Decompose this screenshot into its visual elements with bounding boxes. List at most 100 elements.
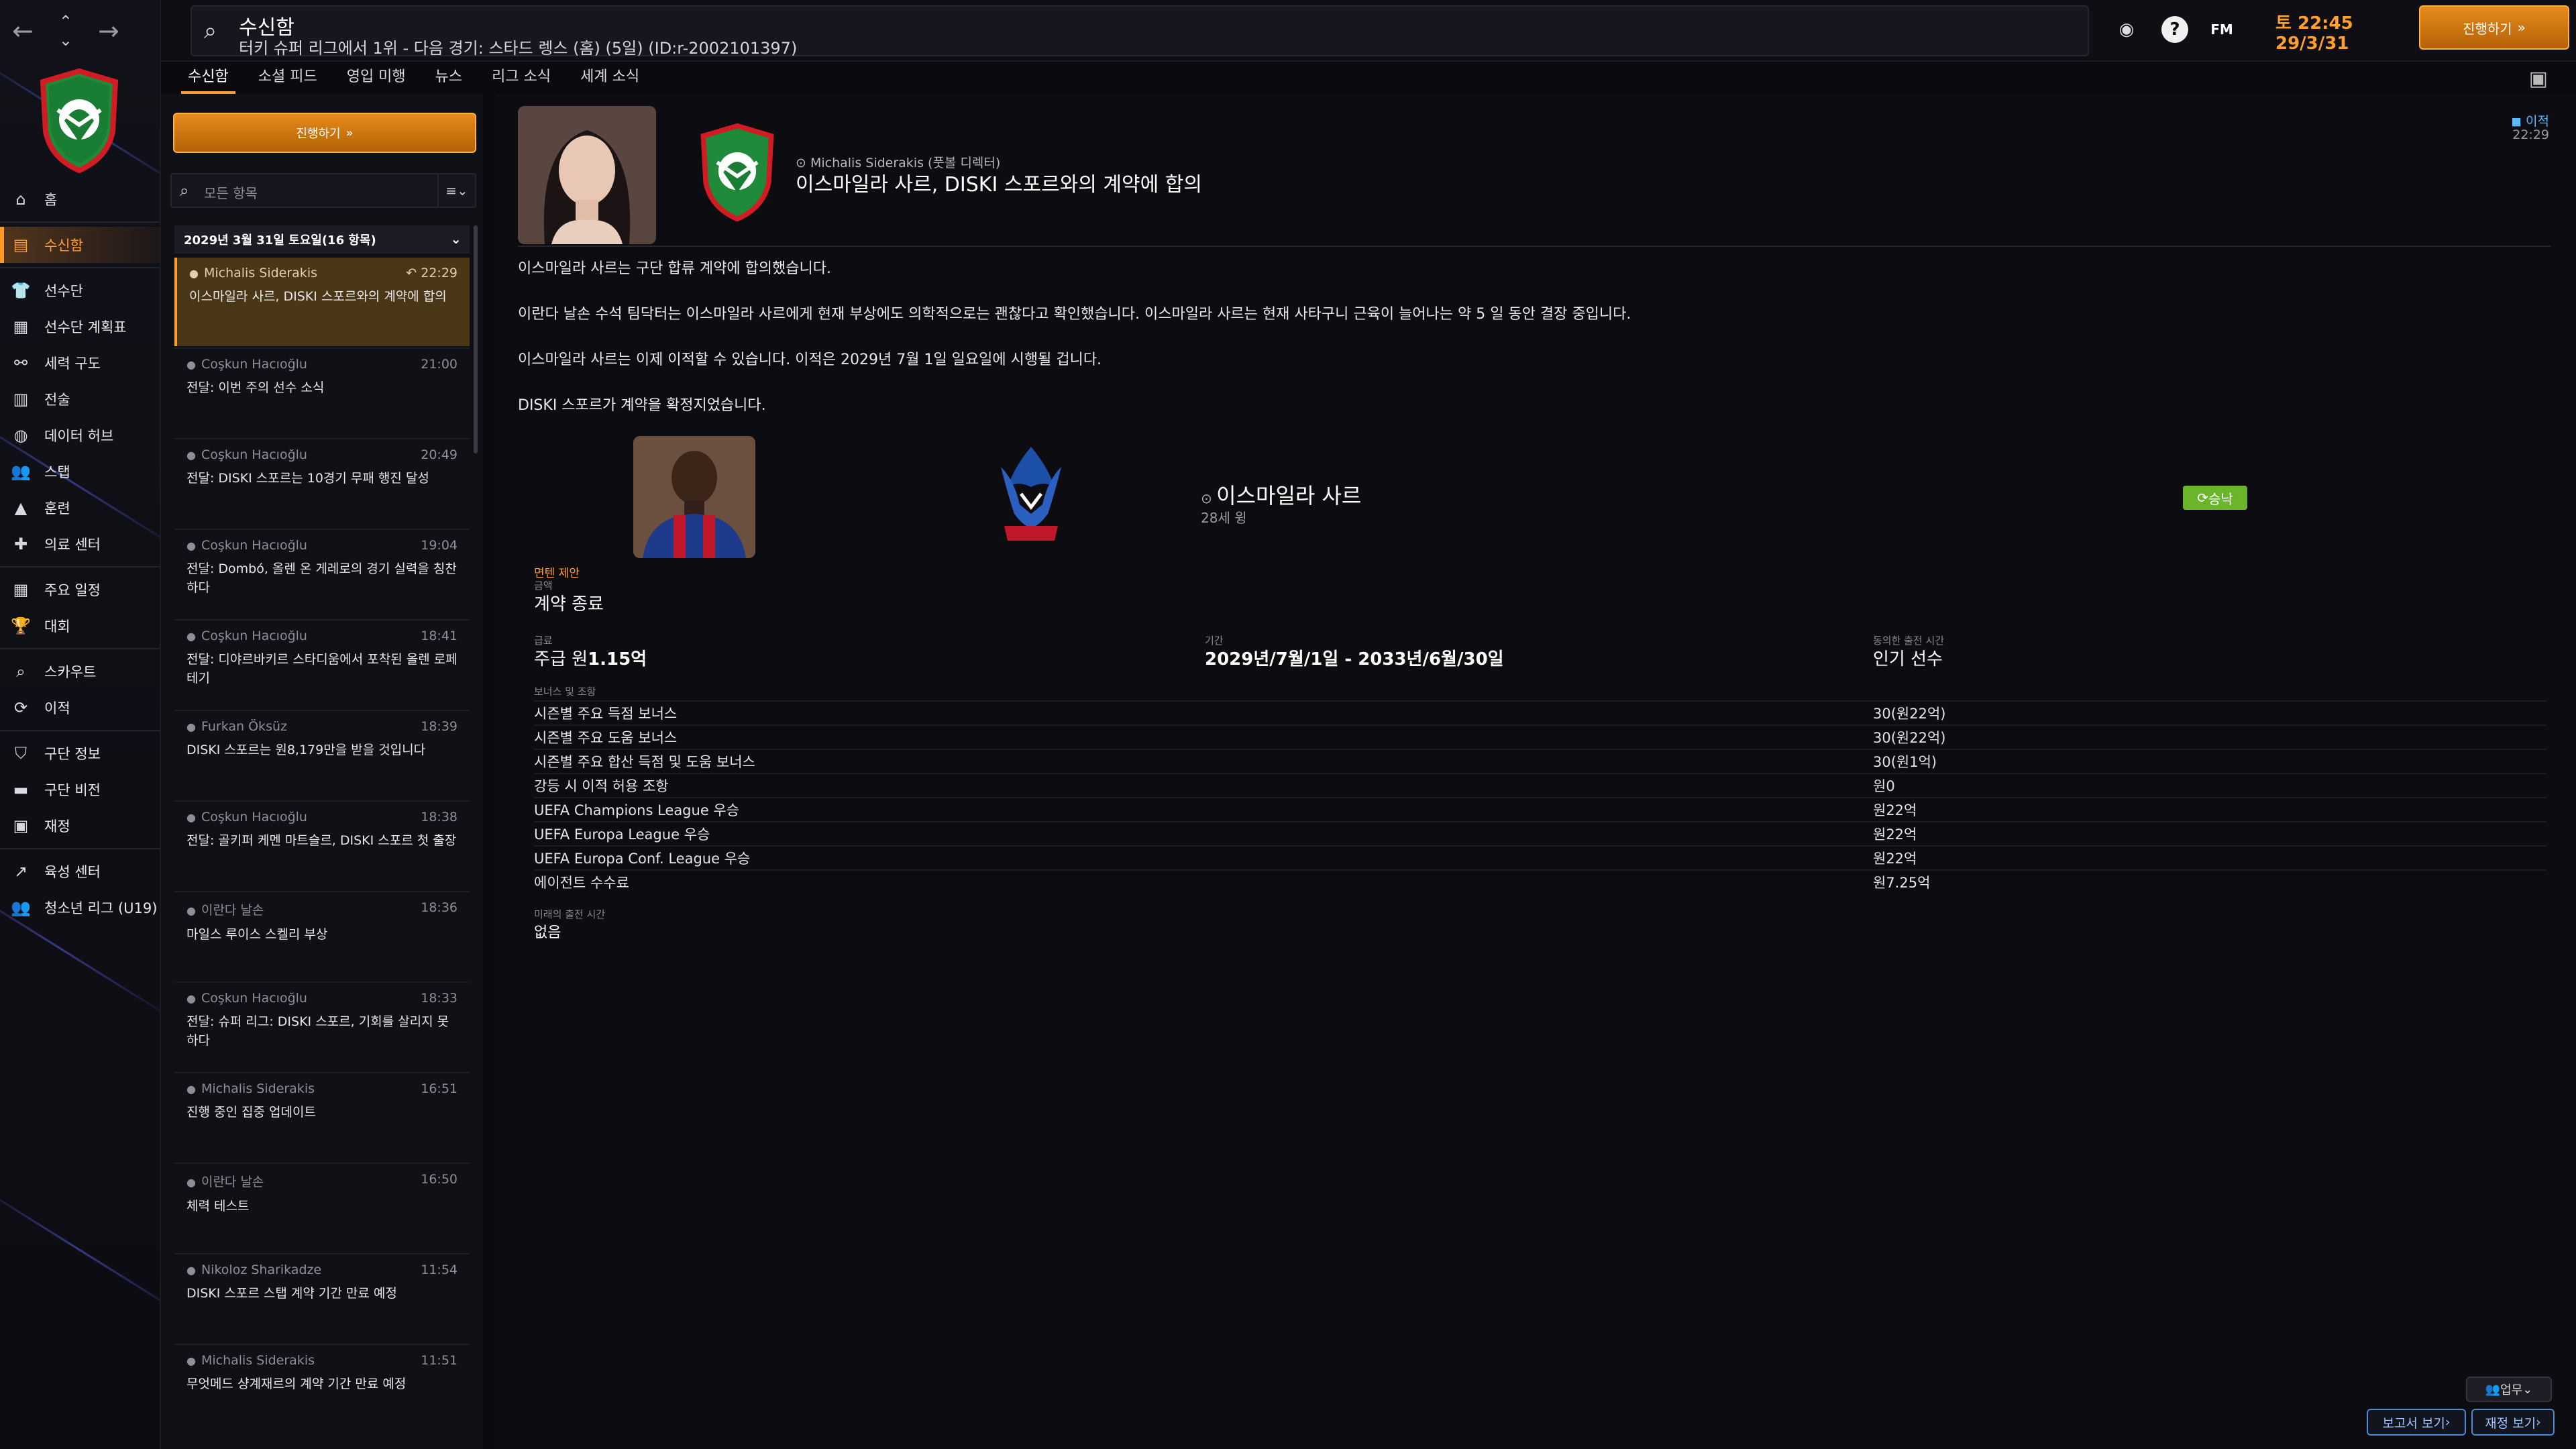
view-report-button[interactable]: 보고서 보기 › bbox=[2367, 1409, 2466, 1436]
staff-icon: 👥 bbox=[11, 462, 31, 481]
accept-status-badge: ⟳ 승낙 bbox=[2183, 486, 2247, 510]
nav-item-data-hub[interactable]: ◍ 데이터 허브 bbox=[0, 417, 160, 453]
filter-menu-icon[interactable]: ≡⌄ bbox=[437, 174, 475, 207]
list-item[interactable]: ● Michalis Siderakis ↶ 22:29 이스마일라 사르, DI… bbox=[174, 258, 470, 346]
nav-item-tactics[interactable]: ▥ 전술 bbox=[0, 381, 160, 417]
day-group-header[interactable]: 2029년 3월 31일 토요일(16 항목) ⌄ bbox=[174, 225, 470, 254]
nav-item-youth-league[interactable]: 👥 청소년 리그 (U19) bbox=[0, 890, 160, 926]
date-date: 29/3/31 bbox=[2275, 34, 2349, 54]
list-item[interactable]: ● Coşkun Hacıoğlu 20:49 전달: DISKI 스포르는 10… bbox=[174, 439, 470, 528]
list-scrollbar[interactable] bbox=[474, 225, 478, 453]
data-icon: ◍ bbox=[13, 426, 28, 445]
chevron-down-icon: ⌄ bbox=[2522, 1382, 2533, 1397]
message-paragraph: 이란다 날손 수석 팀닥터는 이스마일라 사르에게 현재 부상에도 의학적으로는… bbox=[518, 306, 1631, 323]
bonus-row: UEFA Champions League 우승 원22억 bbox=[534, 797, 2546, 821]
continue-button[interactable]: 진행하기» bbox=[2419, 5, 2569, 50]
chevron-right-icon: » bbox=[345, 125, 354, 140]
fm-menu-button[interactable]: FM bbox=[2208, 16, 2235, 43]
list-item[interactable]: ● Coşkun Hacıoğlu 18:41 전달: 디야르바키르 스타디움에서… bbox=[174, 621, 470, 709]
layout-toggle-icon[interactable]: ▣ bbox=[2529, 67, 2548, 91]
sidebar: ← ⌃ ⌄ → ⌂ 홈 ▤ 수신함 👕 선수단 ▦ 선수단 계획표 ⚯ 세력 구도 ▥ 전술 … bbox=[0, 0, 161, 1449]
list-item[interactable]: ● Coşkun Hacıoğlu 19:04 전달: Dombó, 올렌 온 게… bbox=[174, 530, 470, 619]
list-item[interactable]: ● 이란다 날손 18:36 마일스 루이스 스켈리 부상 bbox=[174, 892, 470, 981]
tab-social-feed[interactable]: 소셜 피드 bbox=[244, 64, 332, 94]
nav-item-home[interactable]: ⌂ 홈 bbox=[0, 181, 160, 217]
lock-icon: ⊙ bbox=[1201, 490, 1217, 506]
nav-item-medical[interactable]: ✚ 의료 센터 bbox=[0, 526, 160, 562]
message-list-panel: 진행하기» ⌕ 모든 항목 ≡⌄ 2029년 3월 31일 토요일(16 항목)… bbox=[161, 94, 483, 1449]
sender-portrait[interactable] bbox=[518, 106, 656, 244]
tab-world-news[interactable]: 세계 소식 bbox=[566, 64, 654, 94]
crystal-palace-crest-logo[interactable] bbox=[987, 440, 1075, 554]
up-down-icon[interactable]: ⌃ ⌄ bbox=[59, 12, 72, 50]
finance-icon: ▣ bbox=[13, 816, 29, 835]
shield-icon: ⛉ bbox=[15, 744, 27, 763]
nav-divider bbox=[0, 566, 160, 568]
person-icon: ● bbox=[186, 1354, 196, 1367]
nav-item-squad-planner[interactable]: ▦ 선수단 계획표 bbox=[0, 309, 160, 345]
list-item[interactable]: ● Nikoloz Sharikadze 11:54 DISKI 스포르 스탭 계… bbox=[174, 1254, 470, 1343]
player-photo[interactable] bbox=[633, 436, 755, 558]
bonus-label: 보너스 및 조항 bbox=[534, 686, 596, 698]
club-crest-logo[interactable] bbox=[698, 122, 777, 223]
globe-icon[interactable]: ◉ bbox=[2113, 16, 2140, 43]
person-icon: ● bbox=[189, 267, 199, 280]
forward-arrow-icon[interactable]: → bbox=[98, 16, 119, 46]
youth-icon: 👥 bbox=[11, 898, 31, 917]
future-playtime-label: 미래의 출전 시간 bbox=[534, 908, 606, 920]
list-item[interactable]: ● 이란다 날손 16:50 체력 테스트 bbox=[174, 1164, 470, 1252]
dynamics-icon: ⚯ bbox=[13, 354, 28, 372]
nav-item-club-vision[interactable]: ▬ 구단 비전 bbox=[0, 771, 160, 808]
nav-item-finances[interactable]: ▣ 재정 bbox=[0, 808, 160, 844]
nav-item-dynamics[interactable]: ⚯ 세력 구도 bbox=[0, 345, 160, 381]
list-item[interactable]: ● Michalis Siderakis 11:51 무엇메드 샹계재르의 계약 … bbox=[174, 1345, 470, 1434]
bonus-row: 시즌별 주요 득점 보너스 30(원22억) bbox=[534, 700, 2546, 724]
list-item[interactable]: ● Michalis Siderakis 16:51 진행 중인 집중 업데이트 bbox=[174, 1073, 470, 1162]
tab-scouting[interactable]: 영입 미행 bbox=[332, 64, 421, 94]
list-item[interactable]: ● Coşkun Hacıoğlu 21:00 전달: 이번 주의 선수 소식 bbox=[174, 349, 470, 437]
person-icon: ● bbox=[186, 358, 196, 371]
player-name[interactable]: ⊙ 이스마일라 사르 bbox=[1201, 479, 1361, 510]
club-crest-logo[interactable] bbox=[38, 67, 121, 174]
nav-item-club-info[interactable]: ⛉ 구단 정보 bbox=[0, 735, 160, 771]
bonus-row: 강등 시 이적 허용 조항 원0 bbox=[534, 773, 2546, 797]
nav-item-development[interactable]: ↗ 육성 센터 bbox=[0, 853, 160, 890]
period-value: 2029년/7월/1일 - 2033년/6월/30일 bbox=[1205, 649, 1504, 669]
continue-button-secondary[interactable]: 진행하기» bbox=[173, 113, 476, 153]
nav-item-scouting[interactable]: ⌕ 스카우트 bbox=[0, 653, 160, 690]
message-paragraph: DISKI 스포르가 계약을 확정지었습니다. bbox=[518, 397, 766, 414]
message-filter[interactable]: ⌕ 모든 항목 ≡⌄ bbox=[170, 173, 476, 208]
nav-item-staff[interactable]: 👥 스탭 bbox=[0, 453, 160, 490]
nav-item-squad[interactable]: 👕 선수단 bbox=[0, 272, 160, 309]
inbox-icon: ▤ bbox=[13, 235, 29, 254]
nav-item-competitions[interactable]: 🏆 대회 bbox=[0, 608, 160, 644]
nav-item-transfers[interactable]: ⟳ 이적 bbox=[0, 690, 160, 726]
people-icon: 👥 bbox=[2485, 1382, 2501, 1397]
list-item[interactable]: ● Coşkun Hacıoğlu 18:38 전달: 골키퍼 케멘 마트슬르, … bbox=[174, 802, 470, 890]
tab-league-news[interactable]: 리그 소식 bbox=[477, 64, 566, 94]
nav-item-schedule[interactable]: ▦ 주요 일정 bbox=[0, 572, 160, 608]
date-display[interactable]: 토 22:45 29/3/31 bbox=[2261, 7, 2402, 55]
calendar-icon: ▦ bbox=[13, 580, 29, 599]
home-icon: ⌂ bbox=[15, 190, 26, 209]
list-item[interactable]: ● Furkan Öksüz 18:39 DISKI 스포르는 원8,179만을 … bbox=[174, 711, 470, 800]
tab-news[interactable]: 뉴스 bbox=[421, 64, 477, 94]
fee-value: 계약 종료 bbox=[534, 594, 604, 614]
top-bar: ⌕ 수신함 터키 슈퍼 리그에서 1위 - 다음 경기: 스타드 렝스 (홈) … bbox=[161, 0, 2576, 62]
search-bar[interactable]: ⌕ 수신함 터키 슈퍼 리그에서 1위 - 다음 경기: 스타드 렝스 (홈) … bbox=[191, 5, 2089, 58]
back-arrow-icon[interactable]: ← bbox=[12, 16, 34, 46]
person-icon: ● bbox=[186, 1083, 196, 1095]
person-icon: ● bbox=[186, 811, 196, 824]
search-icon[interactable]: ⌕ bbox=[204, 17, 217, 44]
business-menu-button[interactable]: 👥 업무 ⌄ bbox=[2466, 1377, 2552, 1402]
transfer-tag-icon: ◼ bbox=[2511, 114, 2526, 129]
list-item[interactable]: ● Coşkun Hacıoğlu 18:33 전달: 슈퍼 리그: DISKI … bbox=[174, 983, 470, 1071]
future-playtime-value: 없음 bbox=[534, 924, 561, 941]
bonus-row: 시즌별 주요 합산 득점 및 도움 보너스 30(원1억) bbox=[534, 749, 2546, 773]
view-finance-button[interactable]: 재정 보기 › bbox=[2471, 1409, 2555, 1436]
help-icon[interactable]: ? bbox=[2161, 16, 2188, 43]
nav-item-inbox[interactable]: ▤ 수신함 bbox=[0, 227, 160, 263]
tab-inbox[interactable]: 수신함 bbox=[173, 64, 244, 94]
decor-stripe bbox=[0, 1174, 160, 1326]
nav-item-training[interactable]: ▲ 훈련 bbox=[0, 490, 160, 526]
